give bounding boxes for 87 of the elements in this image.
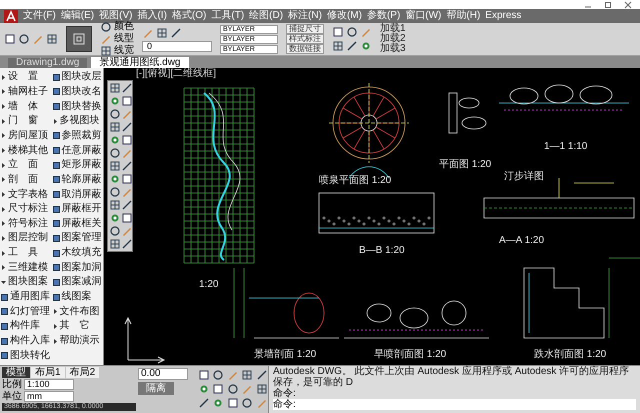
menu-item[interactable]: 编辑(E): [60, 11, 94, 21]
menu-item[interactable]: 工具(T): [211, 11, 244, 21]
menu-item[interactable]: 窗口(W): [405, 11, 442, 21]
drawing-label: 旱喷剖面图 1:20: [374, 350, 446, 360]
sidebar-command[interactable]: 轮廓屏蔽: [62, 174, 102, 185]
sidebar-command[interactable]: 线图案: [62, 292, 92, 302]
sidebar-menu-item[interactable]: 房间屋顶: [8, 130, 48, 141]
sidebar-menu-item[interactable]: 尺寸标注: [8, 204, 48, 214]
sidebar-menu-item[interactable]: 图块图案: [8, 277, 48, 288]
sidebar-menu-item[interactable]: 剖 面: [8, 174, 38, 185]
drawing-label: 1—1 1:10: [544, 142, 588, 152]
load-label: 加载2: [380, 34, 406, 44]
sidebar-command[interactable]: 木纹填充: [62, 248, 102, 258]
menu-item[interactable]: 帮助(H): [446, 11, 480, 21]
layer-dropdown[interactable]: 0: [142, 40, 212, 52]
drawing-label: 汀步详图: [504, 172, 544, 182]
scale-dropdown[interactable]: 1:100: [24, 379, 74, 390]
unit-label: 单位: [2, 392, 22, 402]
load-label: 加载1: [380, 24, 406, 34]
command-history-line: 命令:: [273, 388, 297, 399]
sidebar-command[interactable]: 图块转化: [10, 350, 50, 361]
menu-item[interactable]: 文件(F): [23, 11, 56, 21]
sidebar-command[interactable]: 图块改名: [62, 86, 102, 97]
menu-item[interactable]: 标注(N): [288, 11, 322, 21]
sidebar-command[interactable]: 参照裁剪: [62, 130, 102, 141]
sidebar-menu-item[interactable]: 图层控制: [8, 233, 48, 244]
sidebar-command[interactable]: 图案管理: [62, 233, 102, 244]
menu-item[interactable]: 格式(O): [172, 11, 206, 21]
sidebar-menu-item[interactable]: 帮助演示: [60, 336, 100, 346]
sidebar-command[interactable]: 屏蔽框关: [62, 218, 102, 229]
isolate-button[interactable]: 隔离: [138, 382, 174, 395]
command-input[interactable]: 命令:: [273, 399, 636, 410]
document-tab[interactable]: Drawing1.dwg: [8, 58, 88, 68]
sidebar-command[interactable]: 取消屏蔽: [62, 190, 102, 200]
sidebar-menu-item[interactable]: 符号标注: [8, 218, 48, 229]
elevation-field[interactable]: 0.00: [138, 368, 188, 380]
sidebar-command[interactable]: 图案减洞: [62, 277, 102, 288]
viewport-label[interactable]: [-][俯视][二维线框]: [136, 69, 216, 79]
drawing-label: B—B 1:20: [359, 246, 405, 256]
sidebar-menu-item[interactable]: 门 窗: [8, 116, 38, 126]
sidebar-command[interactable]: 构件入库: [10, 336, 50, 346]
sidebar-menu-item[interactable]: 文字表格: [8, 190, 48, 200]
drawing-label: 景墙剖面 1:20: [254, 350, 316, 360]
sidebar-command[interactable]: 图块替换: [62, 102, 102, 112]
sidebar-menu-item[interactable]: 轴网柱子: [8, 86, 48, 97]
sidebar-command[interactable]: 通用图库: [10, 292, 50, 302]
menu-item[interactable]: 视图(V): [99, 11, 132, 21]
load-label: 加载3: [380, 44, 406, 54]
drawing-label: 喷泉平面图 1:20: [319, 176, 392, 186]
property-button[interactable]: 线宽: [100, 45, 134, 57]
sidebar-menu-item[interactable]: 设 置: [8, 72, 38, 82]
sidebar-command[interactable]: 矩形屏蔽: [62, 160, 102, 170]
sidebar-menu-item[interactable]: 工 具: [8, 248, 38, 258]
menu-item[interactable]: 修改(M): [326, 11, 362, 21]
layout-tab[interactable]: 布局1: [31, 367, 65, 378]
sidebar-menu-item[interactable]: 立 面: [8, 160, 38, 170]
sidebar-command[interactable]: 任意屏蔽: [62, 146, 102, 156]
scale-label: 比例: [2, 380, 22, 390]
sidebar-menu-item[interactable]: 楼梯其他: [8, 146, 48, 156]
layout-tab[interactable]: 布局2: [66, 367, 100, 378]
sidebar-menu-item[interactable]: 墙 体: [8, 102, 38, 112]
sidebar-command[interactable]: 屏蔽框开: [62, 204, 102, 214]
dimension-button[interactable]: 数据链接: [286, 44, 324, 54]
sidebar-command[interactable]: 幻灯管理: [10, 306, 50, 317]
sidebar-menu-item[interactable]: 文件布图: [60, 306, 100, 317]
property-button[interactable]: 颜色: [100, 21, 134, 33]
menu-item[interactable]: 插入(I): [137, 11, 167, 21]
unit-dropdown[interactable]: mm: [24, 391, 74, 402]
document-tab[interactable]: 景观通用图纸.dwg: [91, 57, 188, 68]
drawing-label: 平面图 1:20: [439, 160, 492, 170]
command-message: Autodesk DWG。 此文件上次由 Autodesk 应用程序或 Autodesk 许可的应用程序保存，是可靠的 D: [273, 366, 630, 388]
drawing-label: 跌水剖面图 1:20: [534, 350, 606, 360]
layout-tab[interactable]: 模型: [2, 367, 30, 378]
sidebar-command[interactable]: 图案加洞: [62, 262, 102, 273]
property-button[interactable]: 线型: [100, 33, 134, 45]
dimension-button[interactable]: 捕捉尺寸: [286, 24, 324, 34]
sidebar-menu-item[interactable]: 其 它: [60, 321, 90, 332]
menu-item[interactable]: 绘图(D): [249, 11, 284, 21]
drawing-label: A—A 1:20: [499, 236, 544, 246]
dimension-button[interactable]: 样式标注: [286, 34, 324, 44]
sidebar-menu-item[interactable]: 三维建模: [8, 262, 48, 273]
sidebar-menu-item[interactable]: 多视图块: [60, 116, 100, 126]
sidebar-command[interactable]: 图块改层: [62, 72, 102, 82]
sidebar-command[interactable]: 构件库: [10, 321, 40, 332]
menu-item[interactable]: 参数(P): [366, 11, 400, 21]
drawing-label: 1:20: [199, 280, 218, 290]
menu-item[interactable]: Express: [485, 11, 522, 21]
